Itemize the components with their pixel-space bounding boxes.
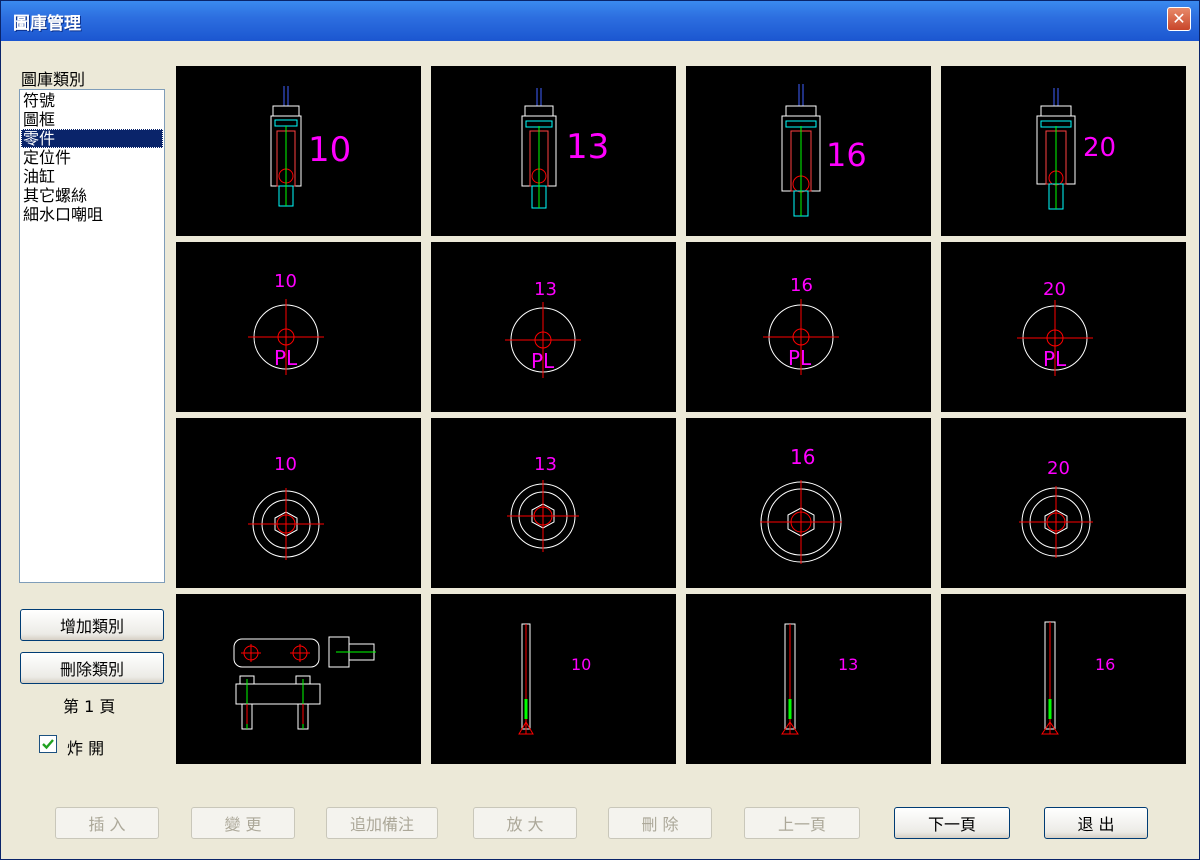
locator-top-drawing: 13 PL	[505, 279, 581, 378]
category-list[interactable]: 符號 圖框 零件 定位件 油缸 其它螺絲 細水口嘲咀	[19, 89, 165, 583]
close-button[interactable]: ✕	[1167, 7, 1191, 31]
size-label: 10	[308, 130, 351, 170]
pin-drawing: 13	[781, 623, 858, 735]
locator-side-drawing: 10	[270, 86, 351, 207]
pl-mark: PL	[274, 346, 298, 370]
size-label: 16	[826, 136, 867, 174]
page-indicator: 第 1 頁	[63, 697, 116, 716]
thumbnail-r4-c2[interactable]: 10	[431, 594, 676, 764]
thumbnail-r4-c1[interactable]	[176, 594, 421, 764]
pl-mark: PL	[1043, 347, 1067, 371]
size-label: 13	[534, 454, 557, 475]
size-label: 16	[790, 275, 813, 296]
size-label: 10	[274, 271, 297, 292]
explode-label: 炸 開	[67, 739, 105, 758]
thumbnail-r2-c2[interactable]: 13 PL	[431, 242, 676, 412]
title-bar: 圖庫管理 ✕	[1, 1, 1199, 41]
delete-category-button[interactable]: 刪除類別	[20, 652, 164, 684]
locator-top-drawing: 20 PL	[1017, 279, 1093, 376]
thumbnail-r1-c2[interactable]: 13	[431, 66, 676, 236]
locator-bottom-drawing: 20	[1019, 458, 1093, 558]
thumbnail-r2-c3[interactable]: 16 PL	[686, 242, 931, 412]
size-label: 16	[1095, 655, 1115, 674]
category-label: 圖庫類別	[21, 70, 86, 89]
thumbnail-r1-c3[interactable]: 16	[686, 66, 931, 236]
thumbnail-r3-c3[interactable]: 16	[686, 418, 931, 588]
thumbnail-r3-c4[interactable]: 20	[941, 418, 1186, 588]
locator-side-drawing: 16	[781, 84, 867, 217]
locator-bottom-drawing: 16	[760, 445, 842, 564]
thumbnail-r4-c3[interactable]: 13	[686, 594, 931, 764]
add-category-button[interactable]: 增加類別	[20, 609, 164, 641]
category-item-nozzle[interactable]: 細水口嘲咀	[21, 205, 163, 224]
locator-top-drawing: 10 PL	[248, 271, 324, 375]
thumbnail-r4-c4[interactable]: 16	[941, 594, 1186, 764]
locator-side-drawing: 13	[521, 88, 609, 209]
thumbnail-r3-c1[interactable]: 10	[176, 418, 421, 588]
pl-mark: PL	[788, 346, 812, 370]
size-label: 10	[274, 454, 297, 475]
thumbnail-r1-c1[interactable]: 10	[176, 66, 421, 236]
exit-button[interactable]: 退 出	[1044, 807, 1148, 839]
prev-page-button[interactable]: 上一頁	[744, 807, 860, 839]
locator-side-drawing: 20	[1036, 88, 1116, 210]
delete-button[interactable]: 刪 除	[608, 807, 712, 839]
thumbnail-r2-c1[interactable]: 10 PL	[176, 242, 421, 412]
add-note-button[interactable]: 追加備注	[326, 807, 438, 839]
zoom-button[interactable]: 放 大	[473, 807, 577, 839]
explode-checkbox[interactable]	[39, 735, 57, 753]
locator-bottom-drawing: 13	[507, 454, 579, 552]
clamp-plate-drawing	[233, 636, 376, 730]
size-label: 10	[571, 655, 591, 674]
thumbnail-r3-c2[interactable]: 13	[431, 418, 676, 588]
next-page-button[interactable]: 下一頁	[894, 807, 1010, 839]
checkmark-icon	[42, 739, 54, 750]
thumbnail-r1-c4[interactable]: 20	[941, 66, 1186, 236]
category-item-cylinder[interactable]: 油缸	[21, 167, 163, 186]
size-label: 20	[1047, 458, 1070, 479]
locator-top-drawing: 16 PL	[763, 275, 839, 375]
size-label: 16	[790, 445, 815, 469]
pl-mark: PL	[531, 349, 555, 373]
category-item-parts[interactable]: 零件	[21, 129, 163, 148]
size-label: 13	[838, 655, 858, 674]
library-management-window: 圖庫管理 ✕ 圖庫類別 符號 圖框 零件 定位件 油缸 其它螺絲 細水口嘲咀 增…	[0, 0, 1200, 860]
thumbnail-r2-c4[interactable]: 20 PL	[941, 242, 1186, 412]
size-label: 13	[566, 127, 609, 167]
category-item-other-screws[interactable]: 其它螺絲	[21, 186, 163, 205]
size-label: 20	[1043, 279, 1066, 300]
category-item-symbol[interactable]: 符號	[21, 91, 163, 110]
window-title: 圖庫管理	[13, 14, 81, 34]
insert-button[interactable]: 插 入	[55, 807, 159, 839]
pin-drawing: 16	[1041, 621, 1115, 735]
close-icon: ✕	[1172, 9, 1186, 28]
locator-bottom-drawing: 10	[248, 454, 324, 560]
category-item-locator[interactable]: 定位件	[21, 148, 163, 167]
size-label: 13	[534, 279, 557, 300]
change-button[interactable]: 變 更	[191, 807, 295, 839]
category-item-frame[interactable]: 圖框	[21, 110, 163, 129]
size-label: 20	[1083, 133, 1116, 163]
pin-drawing: 10	[518, 623, 591, 735]
